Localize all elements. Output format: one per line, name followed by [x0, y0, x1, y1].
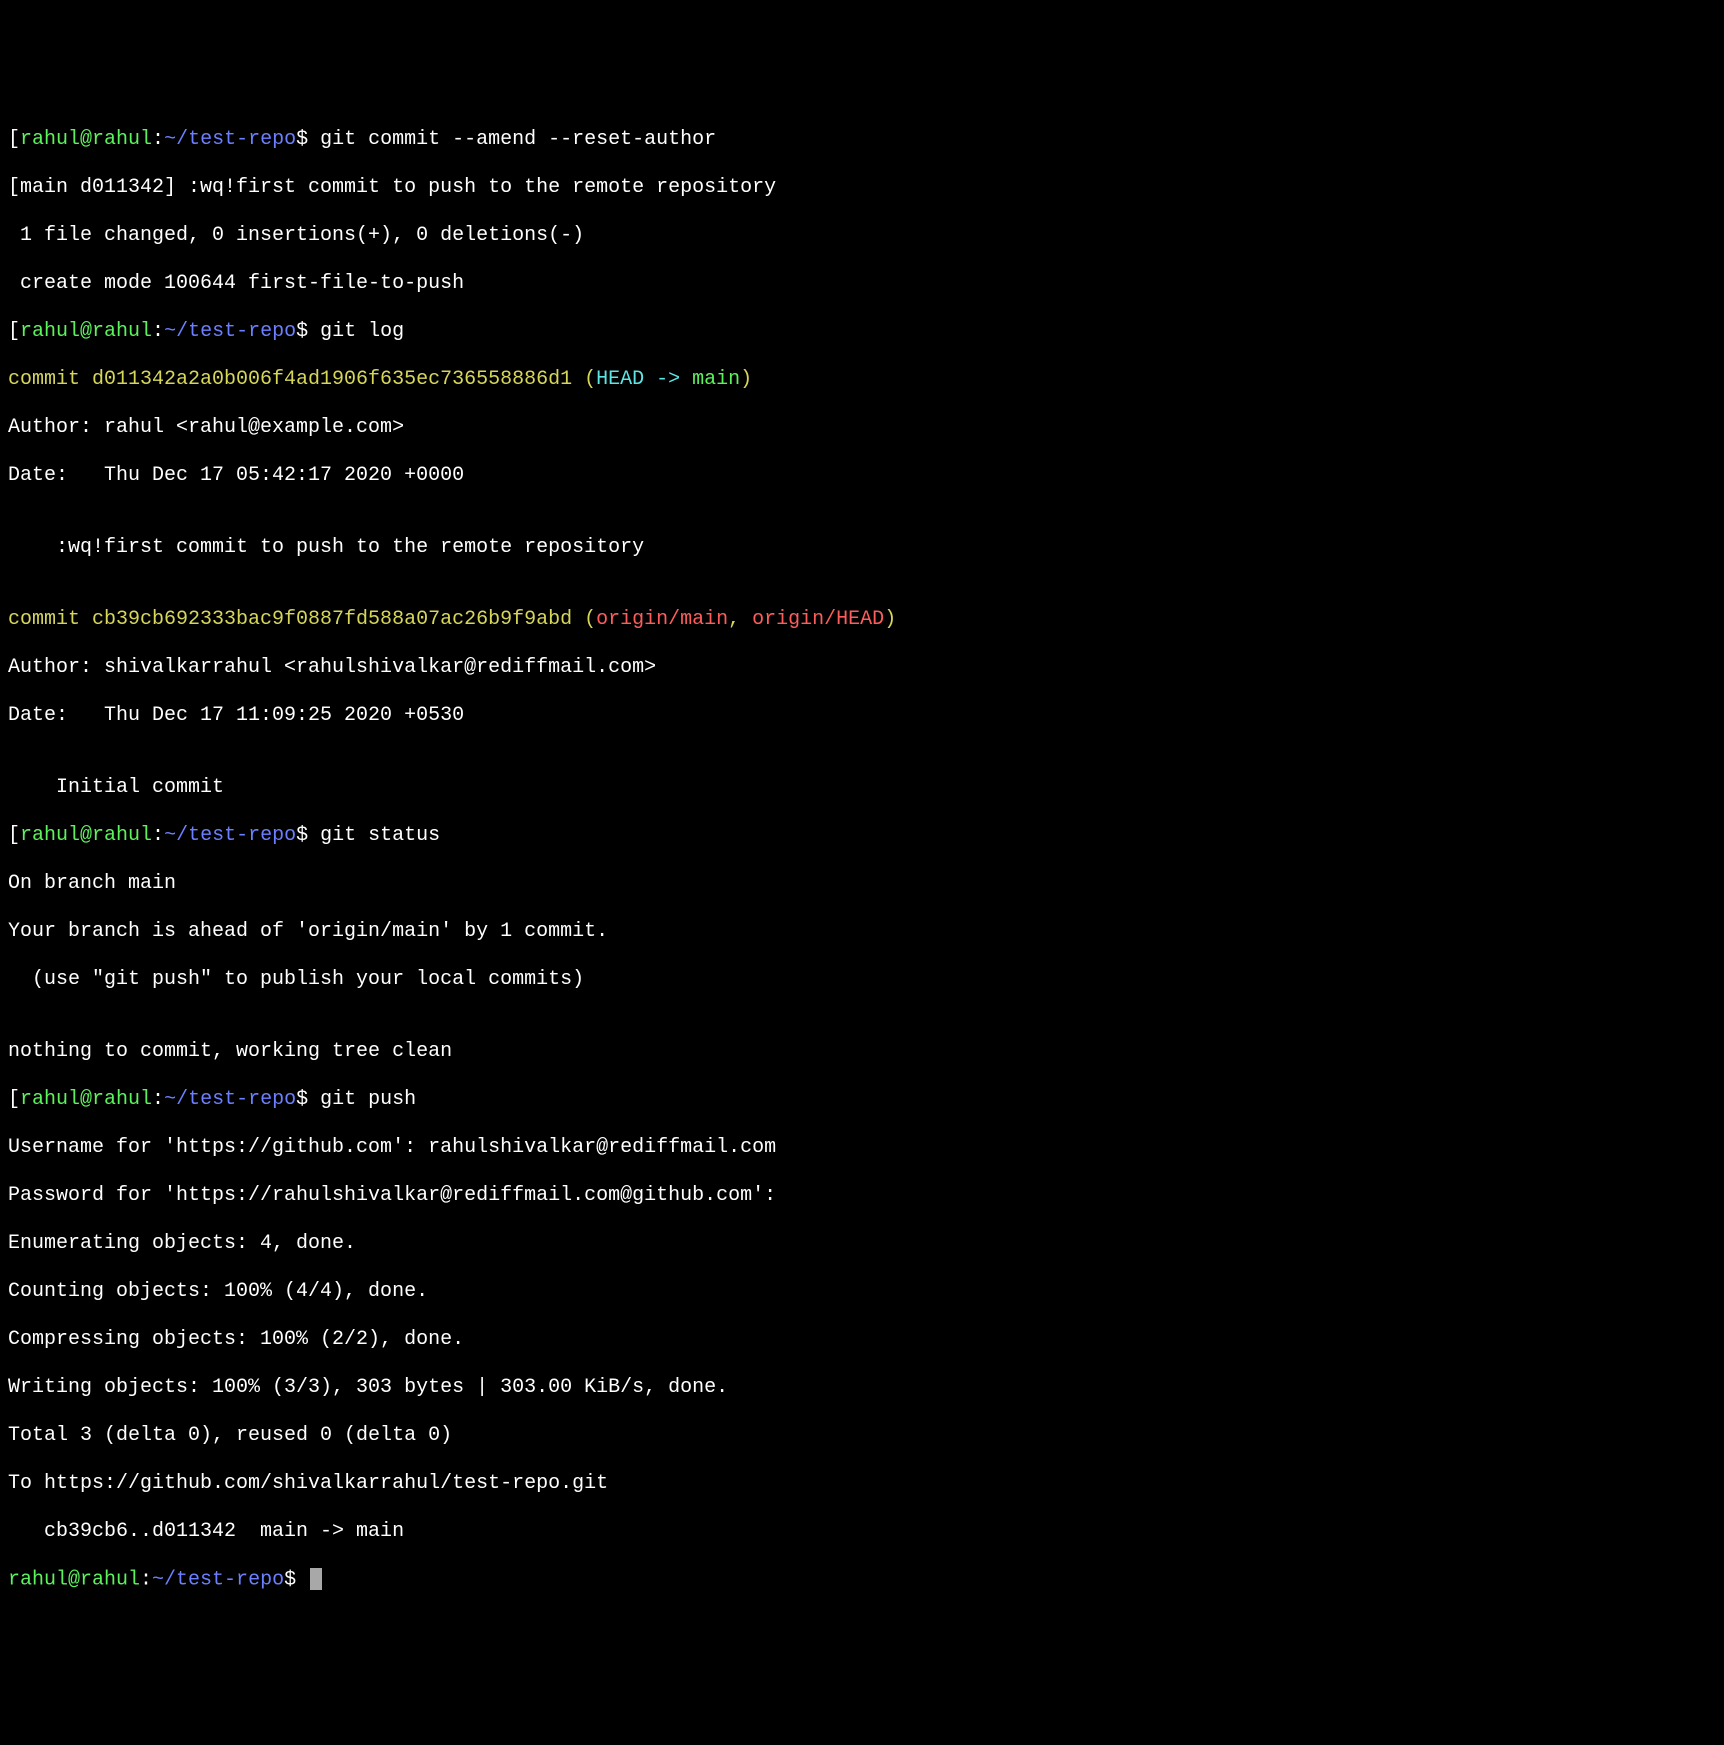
commit-2-date: Date: Thu Dec 17 11:09:25 2020 +0530: [8, 704, 1716, 728]
push-output-1: Username for 'https://github.com': rahul…: [8, 1136, 1716, 1160]
prompt-line-5[interactable]: rahul@rahul:~/test-repo$: [8, 1568, 1716, 1592]
command-status: git status: [320, 824, 440, 847]
command-push: git push: [320, 1088, 416, 1111]
commit-1-author: Author: rahul <rahul@example.com>: [8, 416, 1716, 440]
commit-2-msg: Initial commit: [8, 776, 1716, 800]
push-output-5: Compressing objects: 100% (2/2), done.: [8, 1328, 1716, 1352]
command-amend: git commit --amend --reset-author: [320, 128, 716, 151]
amend-output-1: [main d011342] :wq!first commit to push …: [8, 176, 1716, 200]
push-output-7: Total 3 (delta 0), reused 0 (delta 0): [8, 1424, 1716, 1448]
amend-output-2: 1 file changed, 0 insertions(+), 0 delet…: [8, 224, 1716, 248]
amend-output-3: create mode 100644 first-file-to-push: [8, 272, 1716, 296]
commit-2-author: Author: shivalkarrahul <rahulshivalkar@r…: [8, 656, 1716, 680]
push-output-9: cb39cb6..d011342 main -> main: [8, 1520, 1716, 1544]
prompt-line-4: [rahul@rahul:~/test-repo$ git push: [8, 1088, 1716, 1112]
push-output-3: Enumerating objects: 4, done.: [8, 1232, 1716, 1256]
commit-2-hash: commit cb39cb692333bac9f0887fd588a07ac26…: [8, 608, 1716, 632]
terminal[interactable]: [rahul@rahul:~/test-repo$ git commit --a…: [8, 104, 1716, 1616]
prompt-line-2: [rahul@rahul:~/test-repo$ git log: [8, 320, 1716, 344]
commit-1-date: Date: Thu Dec 17 05:42:17 2020 +0000: [8, 464, 1716, 488]
status-output-4: nothing to commit, working tree clean: [8, 1040, 1716, 1064]
prompt-line-1: [rahul@rahul:~/test-repo$ git commit --a…: [8, 128, 1716, 152]
push-output-4: Counting objects: 100% (4/4), done.: [8, 1280, 1716, 1304]
prompt-line-3: [rahul@rahul:~/test-repo$ git status: [8, 824, 1716, 848]
command-log: git log: [320, 320, 404, 343]
push-output-8: To https://github.com/shivalkarrahul/tes…: [8, 1472, 1716, 1496]
cursor-icon: [310, 1568, 322, 1590]
commit-1-msg: :wq!first commit to push to the remote r…: [8, 536, 1716, 560]
status-output-2: Your branch is ahead of 'origin/main' by…: [8, 920, 1716, 944]
commit-1-hash: commit d011342a2a0b006f4ad1906f635ec7365…: [8, 368, 1716, 392]
push-output-6: Writing objects: 100% (3/3), 303 bytes |…: [8, 1376, 1716, 1400]
status-output-1: On branch main: [8, 872, 1716, 896]
push-output-2: Password for 'https://rahulshivalkar@red…: [8, 1184, 1716, 1208]
status-output-3: (use "git push" to publish your local co…: [8, 968, 1716, 992]
